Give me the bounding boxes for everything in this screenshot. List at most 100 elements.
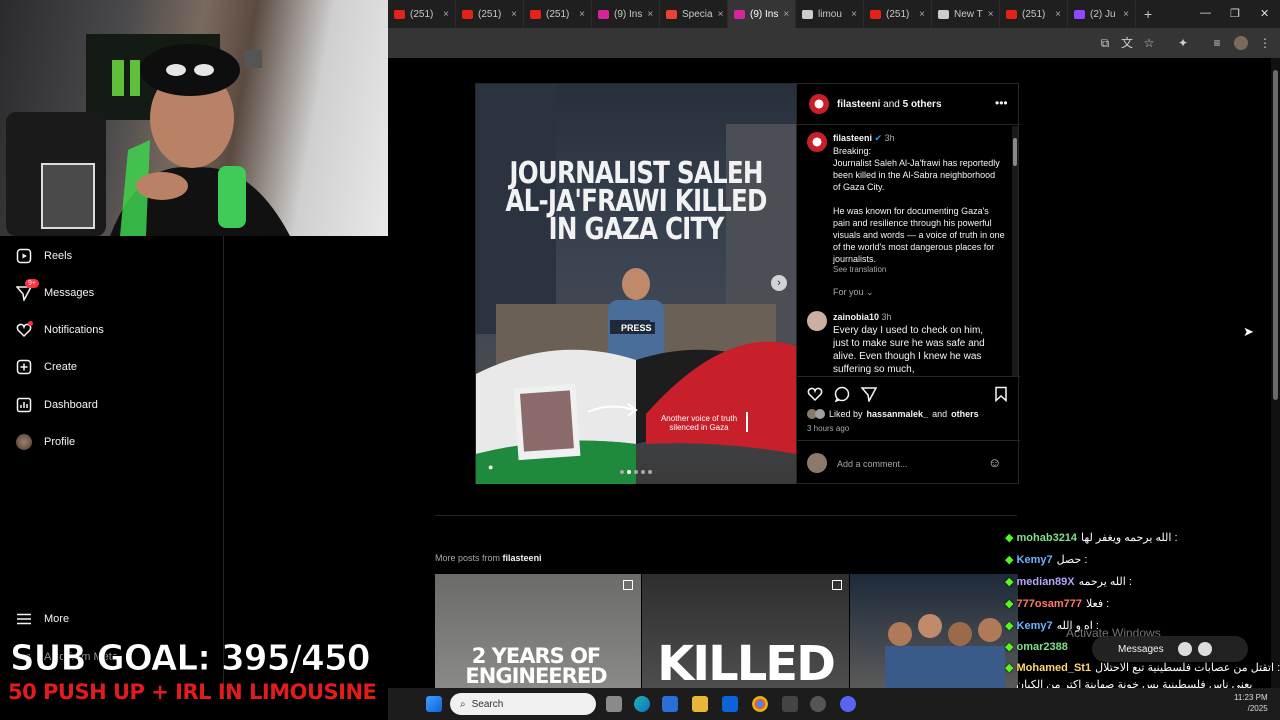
file-explorer-icon[interactable] (692, 696, 708, 712)
author-username[interactable]: filasteeni (833, 133, 872, 143)
browser-tab[interactable]: Specia × (660, 0, 728, 28)
install-app-icon[interactable]: ⧉ (1098, 36, 1112, 50)
like-icon[interactable] (807, 386, 823, 407)
browser-tab-bar: (251) × (251) × (251) × (9) Ins × Specia × (9) Ins… (388, 0, 1280, 28)
browser-tab[interactable]: (251) × (524, 0, 592, 28)
chat-username[interactable]: mohab3214 (1017, 532, 1078, 544)
post-image[interactable]: JOURNALIST SALEH AL-JA'FRAWI KILLED IN G… (476, 84, 796, 484)
browser-tab[interactable]: (2) Ju × (1068, 0, 1136, 28)
floating-messages-label: Messages (1118, 643, 1164, 655)
chat-message: ◆ median89X الله يرحمه : (1005, 575, 1132, 588)
translate-icon[interactable]: 文 (1120, 36, 1134, 50)
for-you-dropdown[interactable]: For you ⌄ (833, 287, 874, 298)
new-tab-button[interactable]: + (1144, 6, 1152, 22)
comment-username[interactable]: zainobia10 (833, 312, 879, 322)
comments-scrollbar[interactable] (1012, 126, 1018, 376)
edge-icon[interactable] (634, 696, 650, 712)
browser-tab[interactable]: (251) × (864, 0, 932, 28)
more-post-thumb-1[interactable]: 2 YEARS OF ENGINEERED (435, 574, 641, 688)
browser-tab[interactable]: (251) × (1000, 0, 1068, 28)
tab-label: (251) (1022, 8, 1046, 20)
chat-username[interactable]: median89X (1017, 576, 1075, 588)
bookmark-star-icon[interactable]: ☆ (1142, 36, 1156, 50)
chrome-icon[interactable] (752, 696, 768, 712)
minimize-button[interactable]: — (1200, 7, 1211, 19)
tab-close-icon[interactable]: × (511, 9, 517, 20)
steam-icon[interactable] (810, 696, 826, 712)
more-options-icon[interactable]: ••• (995, 96, 1008, 110)
chat-username[interactable]: Kemy7 (1017, 554, 1053, 566)
chat-username[interactable]: Kemy7 (1017, 620, 1053, 632)
header-avatar[interactable] (809, 94, 829, 114)
sidebar-item-messages[interactable]: 9+ Messages (16, 279, 94, 303)
sidebar-item-profile[interactable]: Profile (16, 432, 75, 452)
browser-tab[interactable]: limou × (796, 0, 864, 28)
verified-icon: ✔ (874, 133, 883, 143)
messages-icon: 9+ (16, 279, 39, 301)
tab-close-icon[interactable]: × (1123, 9, 1129, 20)
page-scrollbar[interactable] (1271, 58, 1280, 688)
sidebar-item-notifications[interactable]: Notifications (16, 320, 104, 340)
next-image-button[interactable]: › (771, 275, 787, 291)
sidebar-item-dashboard[interactable]: Dashboard (16, 395, 98, 415)
tab-close-icon[interactable]: × (647, 9, 653, 20)
more-post-thumb-2[interactable]: KILLED (642, 574, 849, 688)
chat-message: ◆ mohab3214 الله يرحمه ويغفر لها : (1005, 531, 1178, 544)
liked-by-user[interactable]: hassanmalek_ (867, 409, 929, 419)
header-others[interactable]: 5 others (903, 99, 942, 110)
comment-icon[interactable] (834, 386, 850, 407)
emoji-icon[interactable]: ☺ (988, 455, 1001, 470)
see-translation-link[interactable]: See translation (833, 265, 886, 274)
close-window-button[interactable]: ✕ (1260, 7, 1269, 20)
media-controls-icon[interactable]: ≡ (1210, 36, 1224, 50)
browser-tab[interactable]: (9) Ins × (592, 0, 660, 28)
store-icon[interactable] (662, 696, 678, 712)
sidebar-item-reels[interactable]: Reels (16, 246, 72, 266)
task-view-icon[interactable] (606, 696, 622, 712)
tab-close-icon[interactable]: × (1055, 9, 1061, 20)
chat-username[interactable]: 777osam777 (1017, 598, 1082, 610)
extensions-icon[interactable]: ✦ (1176, 36, 1190, 50)
tab-close-icon[interactable]: × (919, 9, 925, 20)
taskbar-search[interactable]: ⌕ Search (450, 693, 596, 715)
restore-button[interactable]: ❐ (1230, 7, 1240, 20)
chat-username[interactable]: omar2388 (1017, 641, 1068, 653)
tab-close-icon[interactable]: × (718, 9, 724, 20)
tab-favicon-icon (530, 9, 541, 19)
clock[interactable]: 11:23 PM /2025 (1234, 692, 1268, 714)
floating-messages-button[interactable]: Messages (1092, 636, 1248, 662)
chat-message: ◆ Kemy7 حصل : (1005, 553, 1087, 566)
share-icon[interactable] (860, 386, 878, 407)
outlook-icon[interactable] (722, 696, 738, 712)
discord-icon[interactable] (840, 696, 856, 712)
browser-tab[interactable]: (251) × (456, 0, 524, 28)
section-divider (435, 515, 1017, 516)
more-post-thumb-3[interactable] (850, 574, 1018, 688)
commenter-avatar[interactable] (807, 311, 827, 331)
save-icon[interactable] (993, 386, 1009, 407)
header-username[interactable]: filasteeni (837, 99, 880, 110)
sidebar-item-create[interactable]: Create (16, 357, 77, 377)
browser-tab[interactable]: (9) Ins × (728, 0, 796, 28)
browser-menu-icon[interactable]: ⋮ (1258, 36, 1272, 50)
tab-close-icon[interactable]: × (579, 9, 585, 20)
liked-by-others[interactable]: others (951, 409, 979, 419)
profile-avatar-icon[interactable] (1234, 36, 1248, 50)
page-scrollbar-thumb[interactable] (1273, 70, 1278, 400)
sidebar-item-more[interactable]: More (16, 609, 69, 629)
start-icon[interactable] (426, 696, 442, 712)
more-posts-user[interactable]: filasteeni (503, 553, 542, 563)
app-icon[interactable] (782, 696, 798, 712)
scrollbar-thumb[interactable] (1013, 138, 1017, 166)
tab-close-icon[interactable]: × (783, 9, 789, 20)
post-time-ago: 3 hours ago (807, 424, 850, 433)
browser-tab[interactable]: (251) × (388, 0, 456, 28)
tagged-user-icon[interactable]: ● (488, 462, 498, 472)
tab-close-icon[interactable]: × (988, 9, 994, 20)
browser-tab[interactable]: New T × (932, 0, 1000, 28)
add-comment-input[interactable]: Add a comment... (837, 459, 908, 469)
chat-username[interactable]: Mohamed_St1 (1017, 662, 1092, 674)
tab-close-icon[interactable]: × (851, 9, 857, 20)
author-avatar[interactable] (807, 132, 827, 152)
tab-close-icon[interactable]: × (443, 9, 449, 20)
